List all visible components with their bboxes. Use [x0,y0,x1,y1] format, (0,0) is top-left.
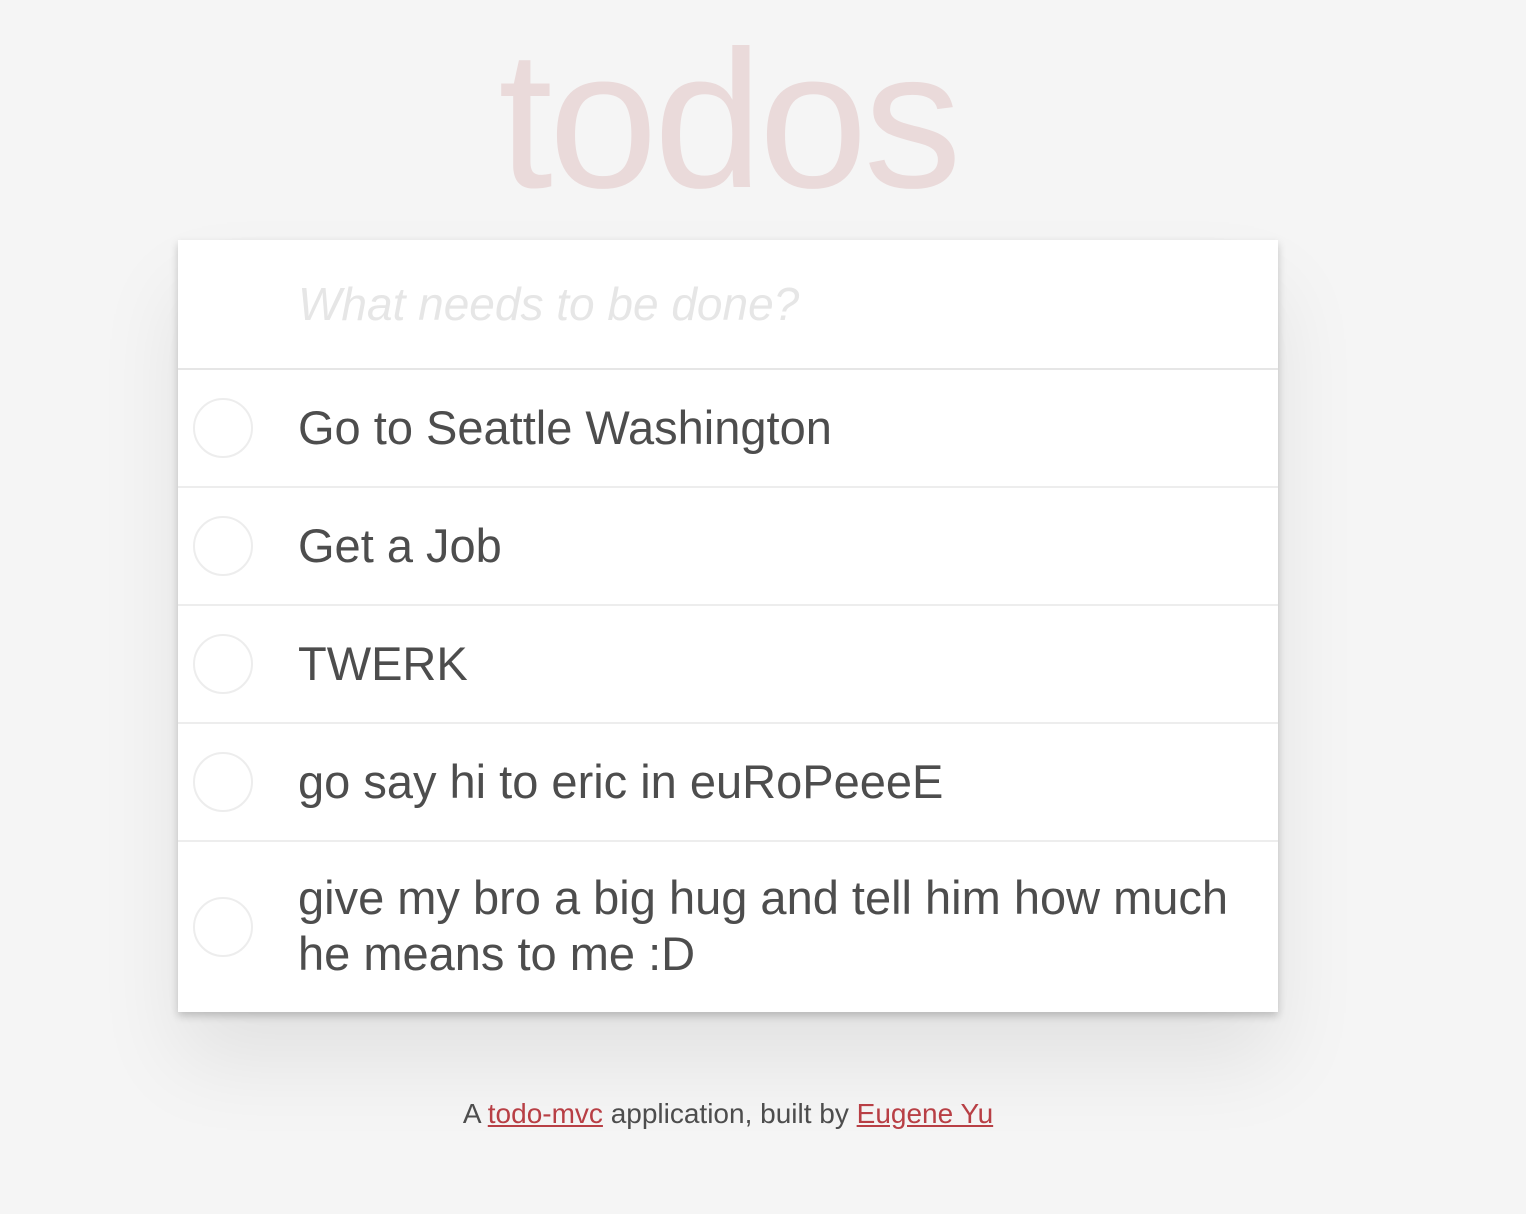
todo-toggle-checkbox[interactable] [193,752,253,812]
new-todo-input[interactable] [178,240,1278,368]
footer-prefix-text: A [462,1098,480,1129]
todo-label[interactable]: TWERK [178,614,1278,714]
todo-toggle-checkbox[interactable] [193,634,253,694]
new-todo-container [178,240,1278,370]
todo-list: Go to Seattle Washington Get a Job TWERK… [178,370,1278,1012]
app-title: todos [498,10,961,229]
todo-mvc-link[interactable]: todo-mvc [488,1098,603,1129]
todo-item: go say hi to eric in euRoPeeeE [178,724,1278,842]
todo-label[interactable]: Get a Job [178,496,1278,596]
todo-item: give my bro a big hug and tell him how m… [178,842,1278,1012]
author-link[interactable]: Eugene Yu [857,1098,994,1129]
todo-toggle-checkbox[interactable] [193,516,253,576]
todo-app-panel: Go to Seattle Washington Get a Job TWERK… [178,240,1278,1012]
todo-item: Go to Seattle Washington [178,370,1278,488]
todo-item: Get a Job [178,488,1278,606]
todo-label[interactable]: go say hi to eric in euRoPeeeE [178,732,1278,832]
todo-label[interactable]: Go to Seattle Washington [178,378,1278,478]
todo-toggle-checkbox[interactable] [193,897,253,957]
todo-label[interactable]: give my bro a big hug and tell him how m… [178,842,1278,1012]
footer-middle-text: application, built by [610,1098,849,1129]
todo-toggle-checkbox[interactable] [193,398,253,458]
todo-item: TWERK [178,606,1278,724]
footer-info: A todo-mvc application, built by Eugene … [178,1098,1278,1130]
